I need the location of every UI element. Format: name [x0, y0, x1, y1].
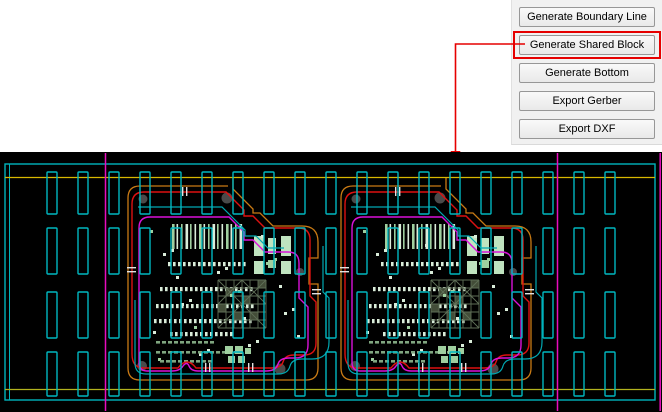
- tooling-slot: [140, 292, 150, 338]
- tooling-slot: [295, 228, 305, 274]
- tooling-slot: [78, 172, 88, 214]
- tooling-slot: [78, 292, 88, 338]
- tooling-slot: [357, 292, 367, 338]
- tooling-slot: [357, 228, 367, 274]
- tooling-slot: [109, 172, 119, 214]
- tooling-slot: [605, 292, 615, 338]
- highlight-box: Generate Shared Block: [513, 31, 661, 59]
- tooling-slot: [388, 292, 398, 338]
- bga-grid-component: [218, 280, 266, 328]
- tooling-slot: [326, 292, 336, 338]
- tooling-slot: [202, 292, 212, 338]
- tooling-slot: [419, 292, 429, 338]
- tooling-slot: [47, 172, 57, 214]
- tooling-slot: [295, 172, 305, 214]
- tooling-slot: [605, 228, 615, 274]
- tooling-slot: [171, 292, 181, 338]
- mousebite-ticks: [340, 187, 534, 372]
- tooling-slot: [47, 292, 57, 338]
- toolbar-panel: Generate Boundary Line Generate Shared B…: [511, 0, 662, 145]
- tooling-slot: [264, 172, 274, 214]
- pcb-cad-canvas[interactable]: [0, 152, 662, 412]
- board-left: [127, 178, 329, 380]
- fiducial-holes: [137, 193, 304, 375]
- tooling-slot: [109, 228, 119, 274]
- tooling-slot: [574, 172, 584, 214]
- tooling-slot: [140, 228, 150, 274]
- tooling-slot: [543, 292, 553, 338]
- generate-shared-block-button[interactable]: Generate Shared Block: [519, 35, 655, 55]
- scattered-pads: [150, 230, 300, 361]
- tooling-slot: [512, 172, 522, 214]
- tooling-slot: [78, 228, 88, 274]
- tooling-slot: [326, 228, 336, 274]
- tooling-slot: [140, 172, 150, 214]
- tooling-slot: [357, 172, 367, 214]
- tooling-slot: [326, 172, 336, 214]
- tooling-slot: [574, 292, 584, 338]
- mousebite-ticks: [127, 187, 321, 372]
- tooling-slot: [419, 172, 429, 214]
- fiducial-holes: [350, 193, 517, 375]
- tooling-slot: [202, 172, 212, 214]
- bga-grid-component: [431, 280, 479, 328]
- tooling-slot: [109, 292, 119, 338]
- tooling-slot: [388, 172, 398, 214]
- generate-boundary-line-button[interactable]: Generate Boundary Line: [519, 7, 655, 27]
- tooling-slot: [543, 228, 553, 274]
- tooling-slot: [512, 228, 522, 274]
- tooling-slot: [605, 172, 615, 214]
- tooling-slot: [47, 228, 57, 274]
- pad-rows: [154, 262, 254, 336]
- tooling-slot: [481, 292, 491, 338]
- tooling-slot: [481, 172, 491, 214]
- smd-cluster: [254, 236, 291, 274]
- export-gerber-button[interactable]: Export Gerber: [519, 91, 655, 111]
- tooling-slot: [171, 172, 181, 214]
- tooling-slot: [264, 292, 274, 338]
- generate-bottom-button[interactable]: Generate Bottom: [519, 63, 655, 83]
- pad-rows: [367, 262, 467, 336]
- tooling-slot: [543, 172, 553, 214]
- bottom-cluster: [225, 346, 251, 363]
- tooling-slot: [574, 228, 584, 274]
- export-dxf-button[interactable]: Export DXF: [519, 119, 655, 139]
- smd-cluster: [467, 236, 504, 274]
